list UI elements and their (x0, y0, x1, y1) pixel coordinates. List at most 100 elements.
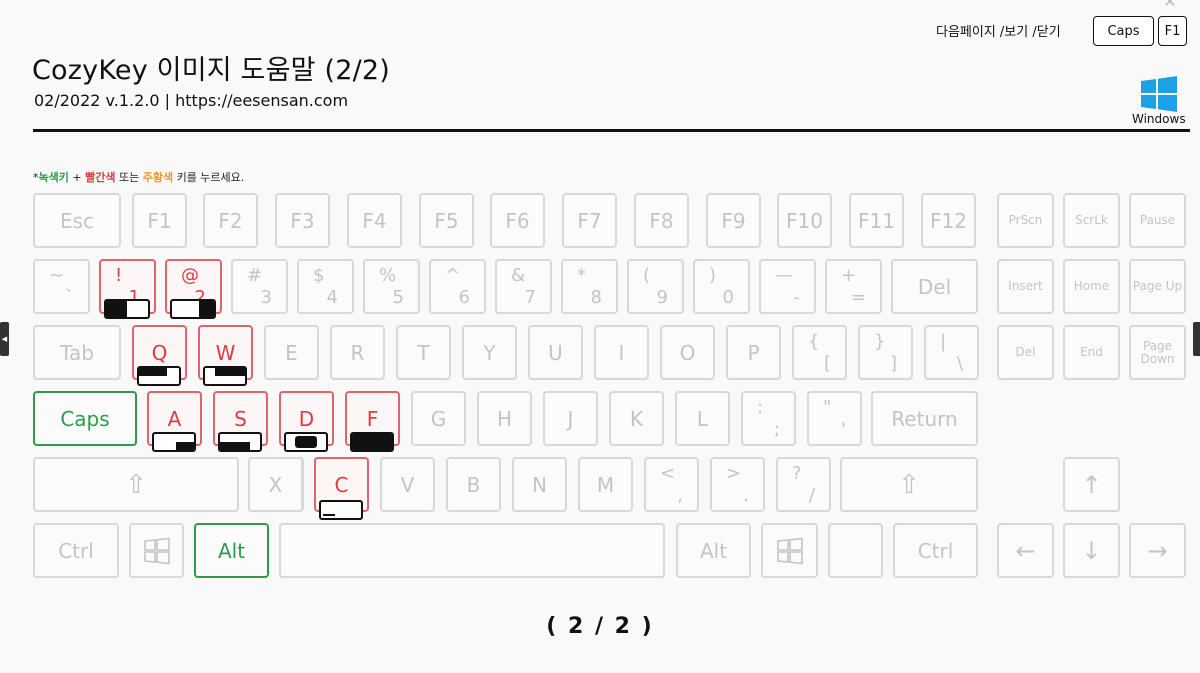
key-legend-top: > (726, 463, 742, 484)
key-legend-bottom: 9 (656, 287, 668, 308)
key-f12[interactable]: F12 (921, 193, 976, 248)
key-alt-right[interactable]: Alt (676, 523, 751, 578)
close-icon[interactable]: ✕ (1160, 0, 1180, 12)
hint-red: 빨간색 (85, 171, 116, 184)
key-f4[interactable]: F4 (347, 193, 402, 248)
key-f2[interactable]: F2 (203, 193, 258, 248)
key-menu[interactable] (828, 523, 883, 578)
key-f8[interactable]: F8 (634, 193, 689, 248)
key-quote[interactable]: " ' (807, 391, 862, 446)
key-del-nav[interactable]: Del (997, 325, 1054, 380)
key-7[interactable]: & 7 (495, 259, 552, 314)
key-f7[interactable]: F7 (562, 193, 617, 248)
key-rbracket[interactable]: }] (858, 325, 913, 380)
key-legend-bottom: ] (889, 353, 897, 374)
nav-hint-text: 다음페이지 /보기 /닫기 (936, 25, 1061, 40)
key-r[interactable]: R (330, 325, 385, 380)
key-caps[interactable]: Caps (33, 391, 137, 446)
key-j[interactable]: J (543, 391, 598, 446)
key-u[interactable]: U (528, 325, 583, 380)
key-e[interactable]: E (264, 325, 319, 380)
key-3[interactable]: #3 (231, 259, 288, 314)
key-arrow-left[interactable]: ← (997, 523, 1054, 578)
key-h[interactable]: H (477, 391, 532, 446)
key-k[interactable]: K (609, 391, 664, 446)
key-f9[interactable]: F9 (706, 193, 761, 248)
arrow-right-icon: → (1147, 536, 1168, 565)
key-legend-bottom: , (677, 485, 683, 506)
instruction-hint: *녹색키 + 빨간색 또는 주황색 키를 누르세요. (33, 169, 244, 185)
key-f6[interactable]: F6 (490, 193, 545, 248)
key-y[interactable]: Y (462, 325, 517, 380)
key-legend-top: — (775, 265, 793, 286)
key-legend-bottom: 5 (392, 287, 404, 308)
key-slash[interactable]: ? / (776, 457, 831, 512)
next-page-tab[interactable] (1193, 322, 1200, 356)
key-9[interactable]: (9 (627, 259, 684, 314)
key-space[interactable] (279, 523, 665, 578)
key-pagedown[interactable]: Page Down (1129, 325, 1186, 380)
key-pause[interactable]: Pause (1129, 193, 1186, 248)
key-f11[interactable]: F11 (849, 193, 904, 248)
key-l[interactable]: L (675, 391, 730, 446)
key-scrlk[interactable]: ScrLk (1063, 193, 1120, 248)
key-f1[interactable]: F1 (132, 193, 187, 248)
key-legend-bottom: ` (65, 287, 74, 308)
key-shift-left[interactable]: ⇧ (33, 457, 239, 512)
key-win-right[interactable] (761, 523, 818, 578)
key-n[interactable]: N (512, 457, 567, 512)
key-comma[interactable]: <, (644, 457, 699, 512)
key-home[interactable]: Home (1063, 259, 1120, 314)
arrow-down-icon: ↓ (1081, 536, 1102, 565)
key-0[interactable]: ) 0 (693, 259, 750, 314)
key-end[interactable]: End (1063, 325, 1120, 380)
key-lbracket[interactable]: {[ (792, 325, 847, 380)
key-o[interactable]: O (660, 325, 715, 380)
key-t[interactable]: T (396, 325, 451, 380)
key-6[interactable]: ^ 6 (429, 259, 486, 314)
key-pageup[interactable]: Page Up (1129, 259, 1186, 314)
key-esc[interactable]: Esc (33, 193, 121, 248)
key-v[interactable]: V (380, 457, 435, 512)
hint-plus: + (68, 171, 86, 184)
key-m[interactable]: M (578, 457, 633, 512)
key-b[interactable]: B (446, 457, 501, 512)
key-minus[interactable]: — - (759, 259, 816, 314)
indicator-k2 (170, 299, 216, 319)
key-arrow-down[interactable]: ↓ (1063, 523, 1120, 578)
key-i[interactable]: I (594, 325, 649, 380)
key-prscn[interactable]: PrScn (997, 193, 1054, 248)
key-insert[interactable]: Insert (997, 259, 1054, 314)
key-backslash[interactable]: | \ (924, 325, 979, 380)
key-arrow-right[interactable]: → (1129, 523, 1186, 578)
key-legend-top: " (823, 397, 832, 418)
key-ctrl-left[interactable]: Ctrl (33, 523, 119, 578)
prev-page-tab[interactable]: ◀ (0, 322, 9, 356)
key-legend-top: } (874, 331, 886, 352)
key-ctrl-right[interactable]: Ctrl (893, 523, 978, 578)
caps-button[interactable]: Caps (1093, 16, 1154, 46)
key-f5[interactable]: F5 (419, 193, 474, 248)
key-return[interactable]: Return (871, 391, 978, 446)
key-alt-left[interactable]: Alt (194, 523, 269, 578)
indicator-w (203, 366, 247, 386)
key-4[interactable]: $4 (297, 259, 354, 314)
key-shift-right[interactable]: ⇧ (840, 457, 978, 512)
key-delete[interactable]: Del (891, 259, 978, 314)
key-backtick[interactable]: ~ ` (33, 259, 90, 314)
key-legend-top: ^ (445, 265, 461, 286)
key-g[interactable]: G (411, 391, 466, 446)
key-arrow-up[interactable]: ↑ (1063, 457, 1120, 512)
key-f10[interactable]: F10 (777, 193, 832, 248)
key-period[interactable]: >. (710, 457, 765, 512)
key-win-left[interactable] (129, 523, 184, 578)
key-8[interactable]: * 8 (561, 259, 618, 314)
key-p[interactable]: P (726, 325, 781, 380)
key-f3[interactable]: F3 (275, 193, 330, 248)
key-tab[interactable]: Tab (33, 325, 121, 380)
f1-button[interactable]: F1 (1158, 16, 1187, 46)
key-semicolon[interactable]: :; (741, 391, 796, 446)
key-5[interactable]: % 5 (363, 259, 420, 314)
key-equals[interactable]: + = (825, 259, 882, 314)
key-x[interactable]: X (248, 457, 303, 512)
